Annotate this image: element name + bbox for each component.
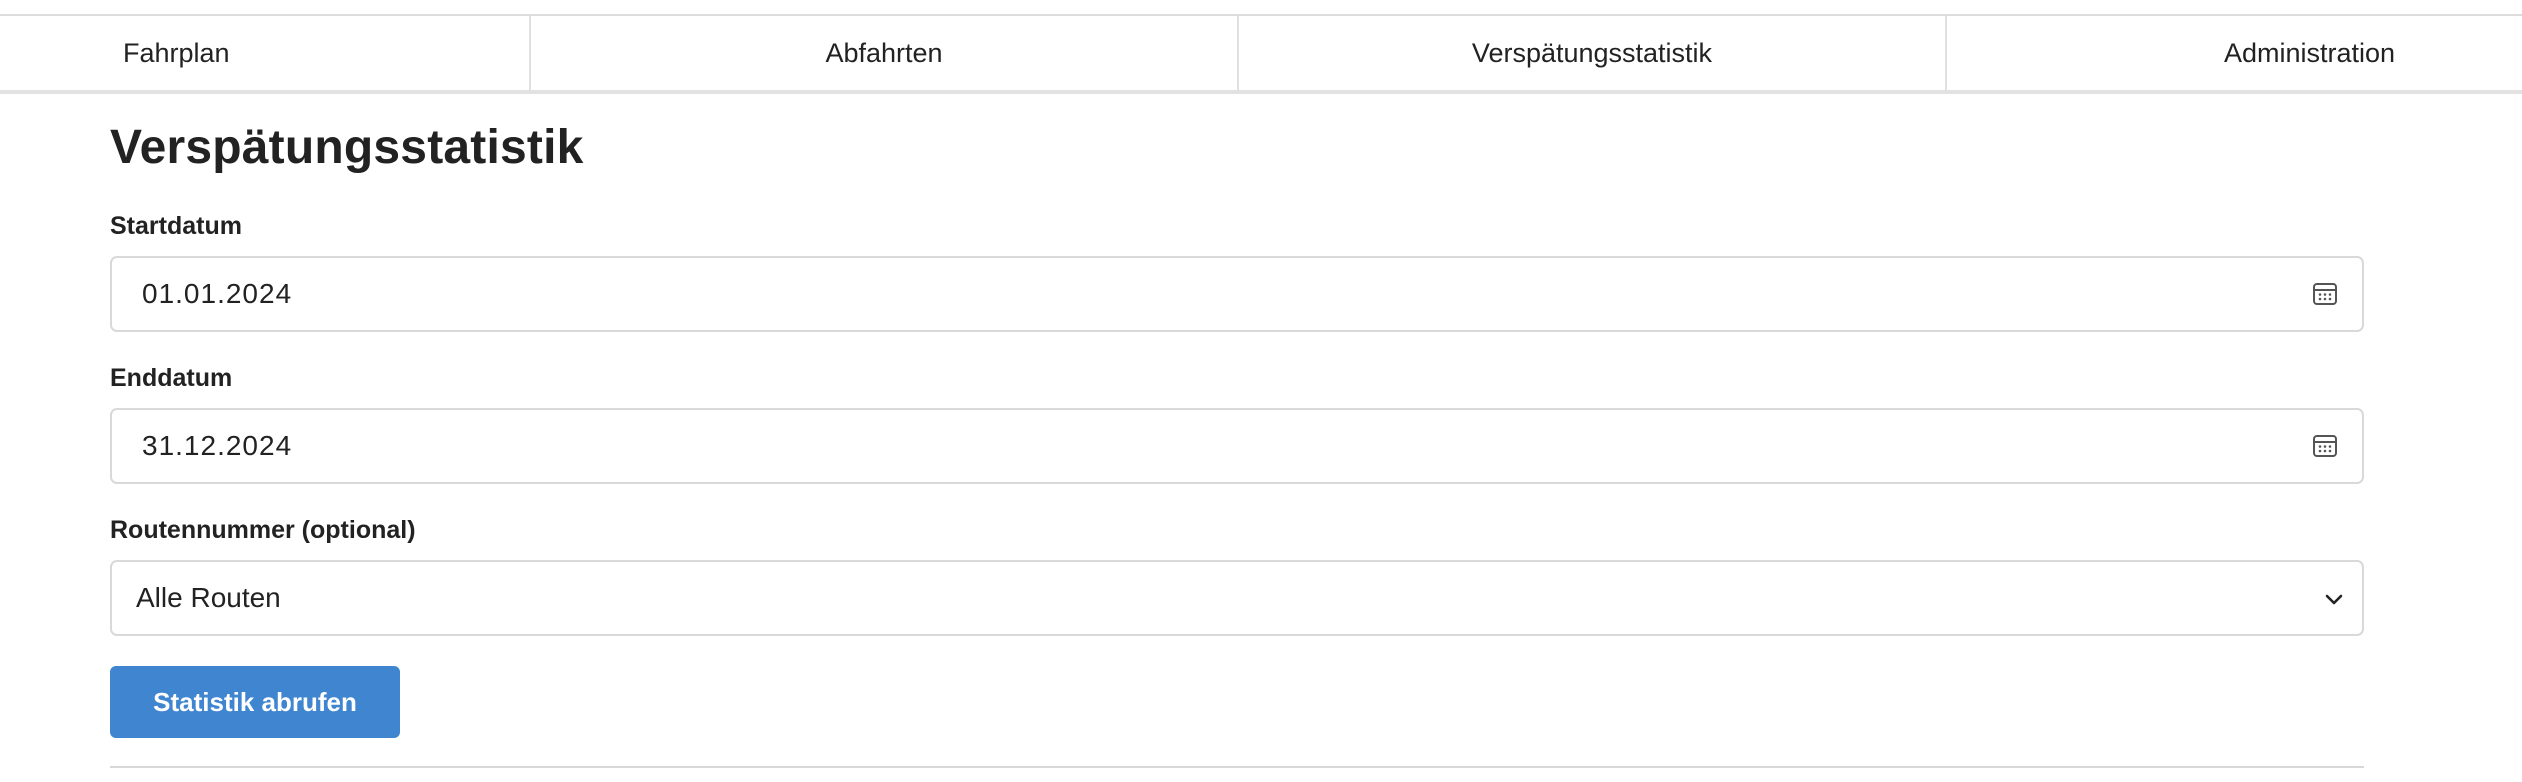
calendar-icon[interactable] xyxy=(2312,281,2338,307)
start-date-value: 01.01.2024 xyxy=(142,278,293,309)
route-number-label: Routennummer (optional) xyxy=(110,516,416,544)
tab-verspaetungsstatistik[interactable]: Verspätungsstatistik xyxy=(1237,16,1945,90)
end-date-input[interactable]: 31.12.2024 xyxy=(110,408,2364,484)
start-date-input[interactable]: 01.01.2024 xyxy=(110,256,2364,332)
end-date-label: Enddatum xyxy=(110,364,233,392)
tab-label: Abfahrten xyxy=(825,37,943,68)
start-date-label: Startdatum xyxy=(110,212,242,240)
top-navigation: Fahrplan Abfahrten Verspätungsstatistik … xyxy=(0,14,2522,94)
tab-label: Verspätungsstatistik xyxy=(1471,37,1713,68)
end-date-value: 31.12.2024 xyxy=(142,430,293,461)
tab-abfahrten[interactable]: Abfahrten xyxy=(529,16,1237,90)
tab-administration[interactable]: Administration xyxy=(1945,16,2522,90)
tab-label: Fahrplan xyxy=(123,37,230,68)
tab-fahrplan[interactable]: Fahrplan xyxy=(0,16,529,90)
calendar-icon[interactable] xyxy=(2312,433,2338,459)
fetch-statistics-button[interactable]: Statistik abrufen xyxy=(110,666,400,738)
route-select-value: Alle Routen xyxy=(136,582,281,613)
chevron-down-icon xyxy=(2322,586,2346,610)
route-select[interactable]: Alle Routen xyxy=(110,560,2364,636)
page-title: Verspätungsstatistik xyxy=(110,121,584,174)
section-divider xyxy=(110,766,2364,768)
tab-label: Administration xyxy=(2223,37,2396,68)
